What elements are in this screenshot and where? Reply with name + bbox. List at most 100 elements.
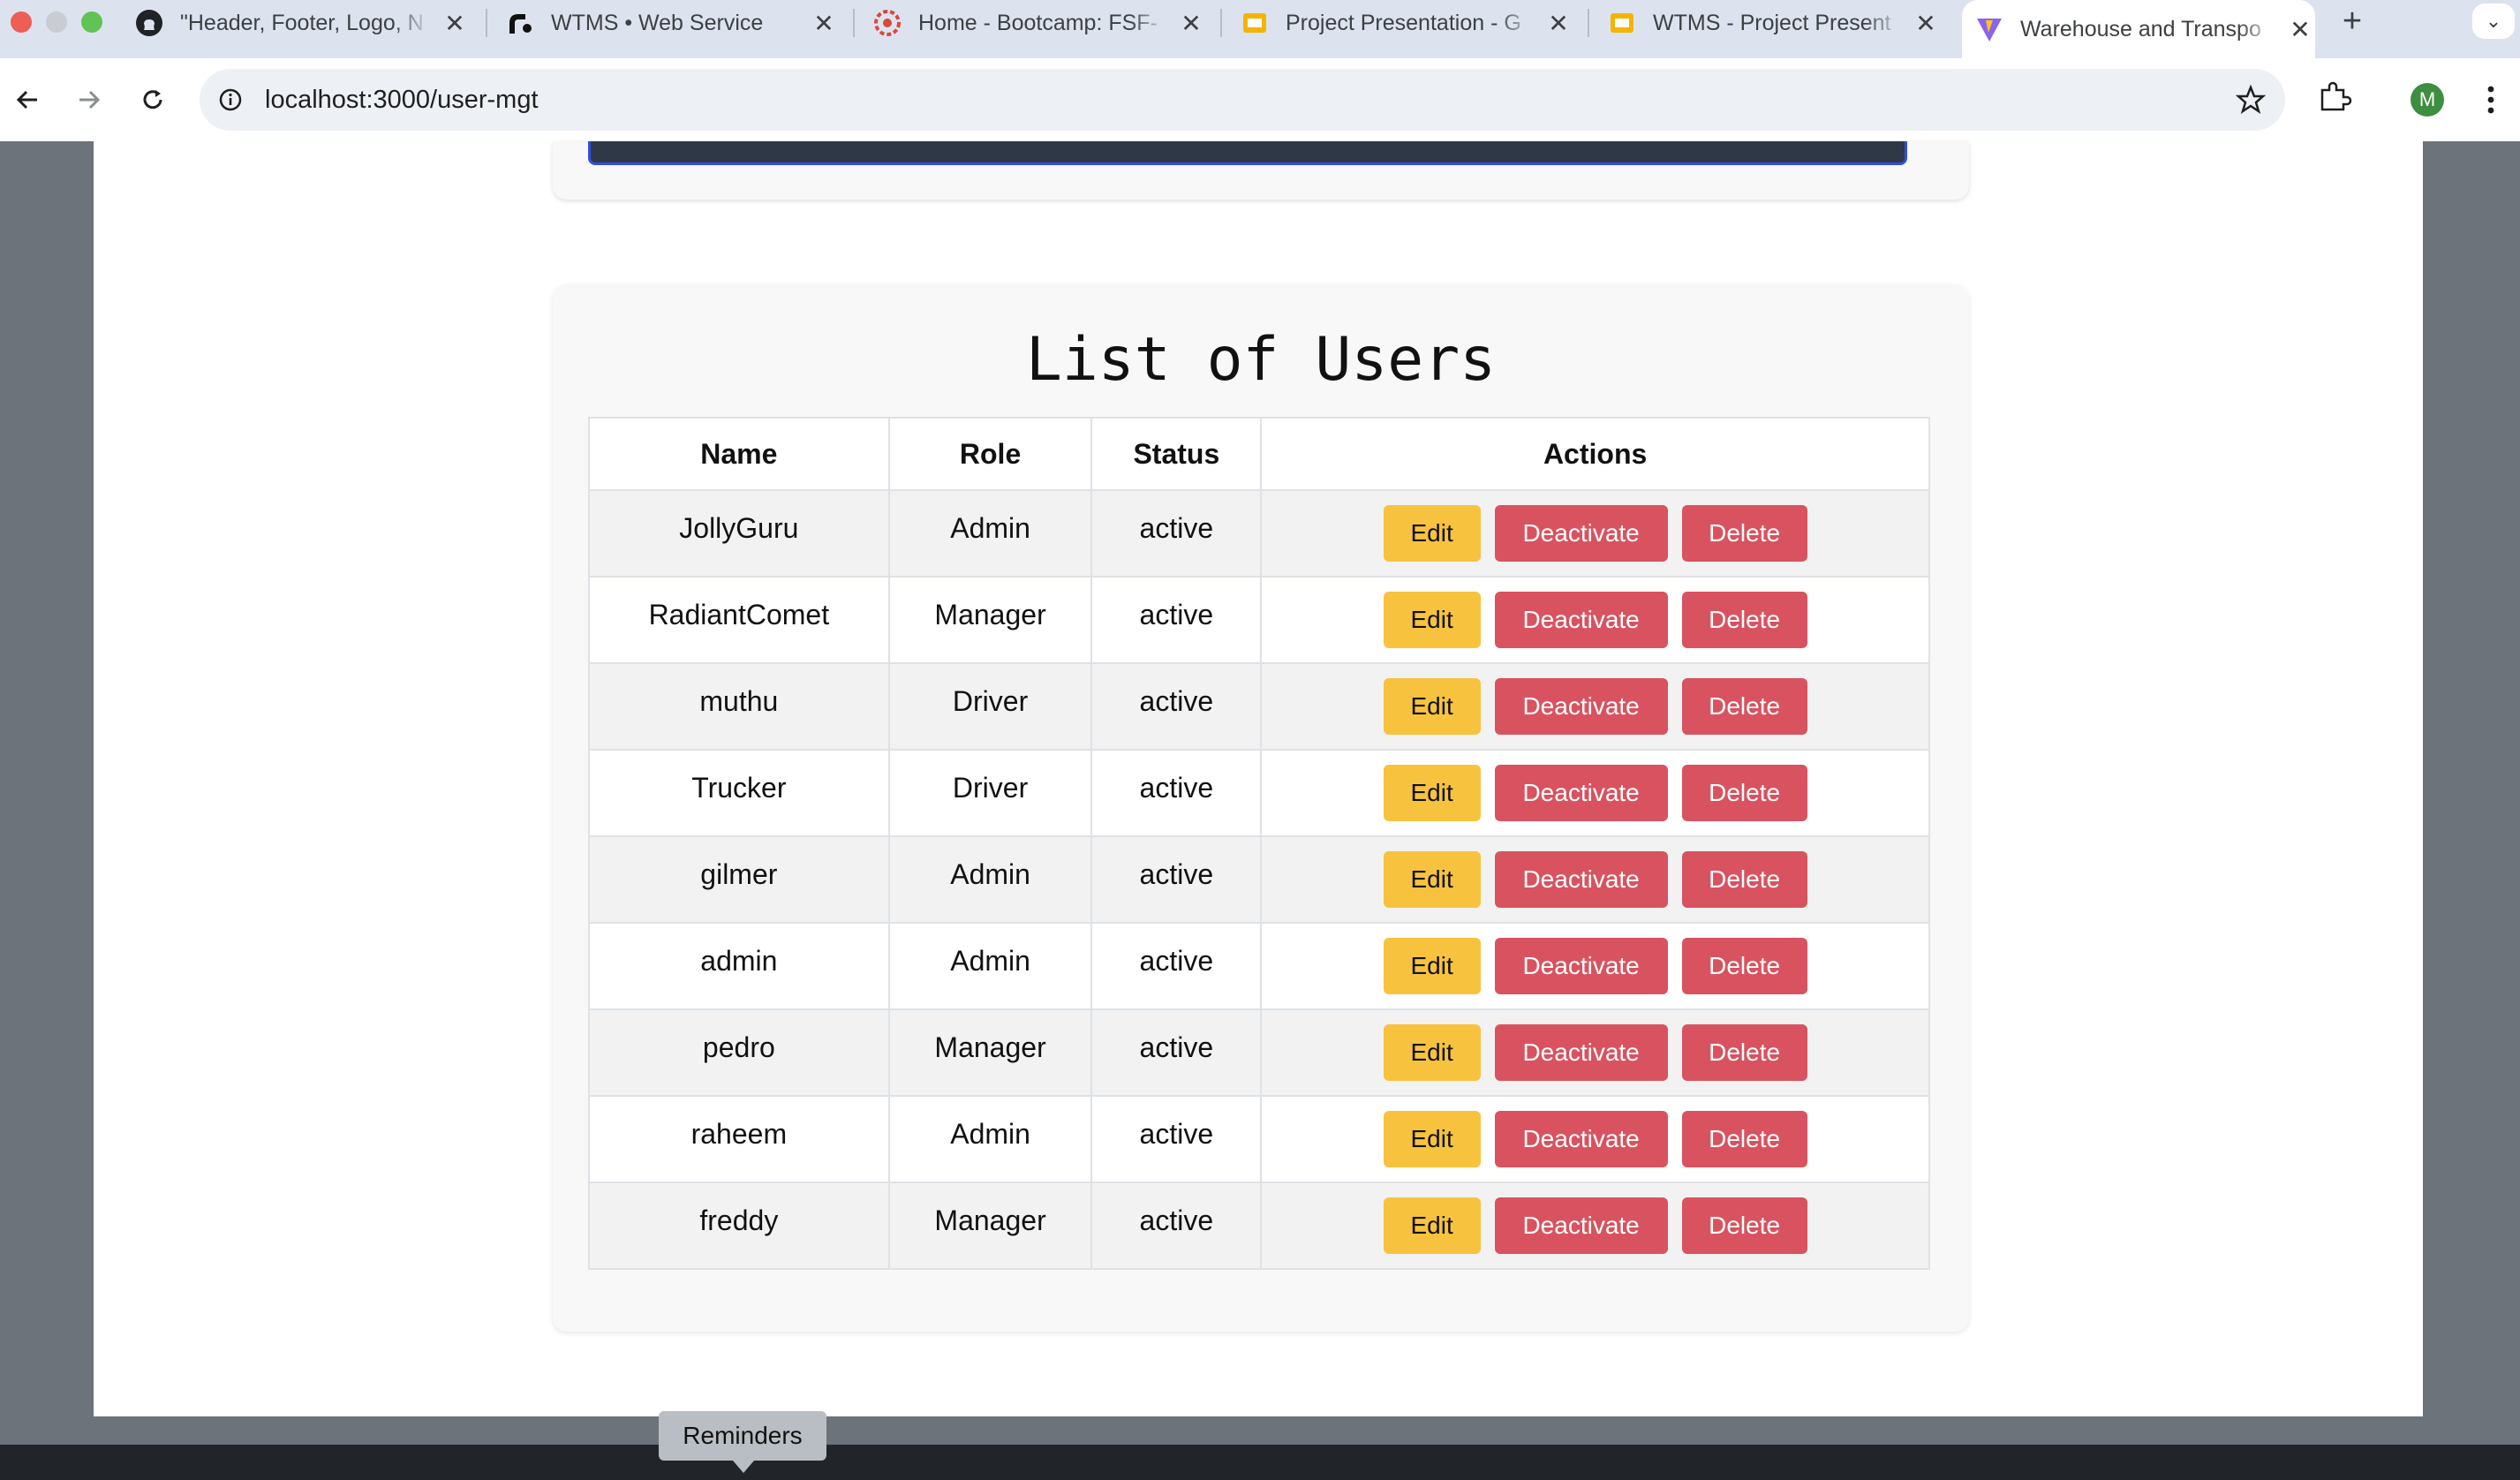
browser-tab-5[interactable]: WTMS - Project Present ✕ (1607, 0, 1941, 46)
user-status-cell: active (1090, 489, 1263, 578)
new-tab-plus-icon[interactable]: + (2333, 2, 2372, 41)
forward-arrow-icon[interactable] (69, 79, 109, 120)
table-row: Trucker Driver active Edit Deactivate Delete (588, 749, 1930, 837)
delete-user-button[interactable]: Delete (1681, 851, 1807, 908)
page-content: List of Users Name Role Status Actions J… (94, 141, 2423, 1416)
edit-user-button[interactable]: Edit (1383, 1024, 1481, 1081)
close-tab-icon[interactable]: ✕ (1176, 9, 1206, 38)
user-status-cell: active (1090, 1095, 1263, 1183)
browser-tab-3[interactable]: Home - Bootcamp: FSF- ✕ (872, 0, 1206, 46)
close-tab-icon[interactable]: ✕ (1543, 9, 1573, 38)
window-minimize-dot[interactable] (46, 11, 67, 33)
tab-title: "Header, Footer, Logo, N (180, 10, 424, 35)
deactivate-user-button[interactable]: Deactivate (1494, 1197, 1668, 1254)
back-arrow-icon[interactable] (7, 79, 48, 120)
bootcamp-icon (872, 8, 902, 38)
user-name-cell: freddy (588, 1182, 890, 1270)
deactivate-user-button[interactable]: Deactivate (1494, 592, 1668, 648)
edit-user-button[interactable]: Edit (1383, 678, 1481, 735)
profile-avatar[interactable]: M (2411, 83, 2444, 117)
table-row: JollyGuru Admin active Edit Deactivate Delete (588, 489, 1930, 578)
address-bar[interactable]: localhost:3000/user-mgt (200, 69, 2285, 131)
window-zoom-dot[interactable] (81, 11, 102, 33)
column-header-actions: Actions (1260, 417, 1930, 491)
table-row: gilmer Admin active Edit Deactivate Delete (588, 835, 1930, 924)
window-close-dot[interactable] (11, 11, 32, 33)
user-name-cell: Trucker (588, 749, 890, 837)
deactivate-user-button[interactable]: Deactivate (1494, 678, 1668, 735)
extensions-puzzle-icon[interactable] (2317, 79, 2352, 119)
user-actions-cell: Edit Deactivate Delete (1260, 1008, 1930, 1097)
delete-user-button[interactable]: Delete (1681, 505, 1807, 562)
browser-tab-active[interactable]: Warehouse and Transpo ✕ (1962, 0, 2315, 58)
users-list-title: List of Users (1025, 325, 1497, 395)
deactivate-user-button[interactable]: Deactivate (1494, 1024, 1668, 1081)
edit-user-button[interactable]: Edit (1383, 938, 1481, 994)
user-status-cell: active (1090, 922, 1263, 1010)
user-name-cell: gilmer (588, 835, 890, 924)
browser-tab-1[interactable]: "Header, Footer, Logo, N ✕ (134, 0, 470, 46)
edit-user-button[interactable]: Edit (1383, 592, 1481, 648)
user-actions-cell: Edit Deactivate Delete (1260, 922, 1930, 1010)
delete-user-button[interactable]: Delete (1681, 1024, 1807, 1081)
user-role-cell: Admin (887, 1095, 1093, 1183)
deactivate-user-button[interactable]: Deactivate (1494, 505, 1668, 562)
user-role-cell: Driver (887, 749, 1093, 837)
tooltip-arrow (733, 1461, 754, 1473)
user-actions-cell: Edit Deactivate Delete (1260, 1095, 1930, 1183)
deactivate-user-button[interactable]: Deactivate (1494, 851, 1668, 908)
edit-user-button[interactable]: Edit (1383, 1111, 1481, 1167)
user-role-cell: Admin (887, 835, 1093, 924)
user-status-cell: active (1090, 1182, 1263, 1270)
tab-search-chevron-icon[interactable]: ⌄ (2472, 4, 2515, 39)
delete-user-button[interactable]: Delete (1681, 678, 1807, 735)
users-table: Name Role Status Actions JollyGuru Admin a… (588, 417, 1930, 1270)
close-tab-icon[interactable]: ✕ (1911, 9, 1941, 38)
reload-icon[interactable] (132, 79, 173, 120)
deactivate-user-button[interactable]: Deactivate (1494, 1111, 1668, 1167)
user-name-cell: JollyGuru (588, 489, 890, 578)
table-row: admin Admin active Edit Deactivate Delete (588, 922, 1930, 1010)
column-header-status: Status (1090, 417, 1263, 491)
close-tab-icon[interactable]: ✕ (2285, 15, 2315, 44)
bottom-dark-bar (0, 1445, 2520, 1480)
delete-user-button[interactable]: Delete (1681, 1111, 1807, 1167)
browser-tab-2[interactable]: WTMS • Web Service ✕ (505, 0, 839, 46)
tab-title: Project Presentation - G (1286, 10, 1521, 35)
browser-toolbar: localhost:3000/user-mgt M (0, 58, 2520, 142)
table-row: raheem Admin active Edit Deactivate Delete (588, 1095, 1930, 1183)
user-actions-cell: Edit Deactivate Delete (1260, 576, 1930, 664)
user-status-cell: active (1090, 1008, 1263, 1097)
edit-user-button[interactable]: Edit (1383, 765, 1481, 821)
deactivate-user-button[interactable]: Deactivate (1494, 765, 1668, 821)
tab-title: WTMS • Web Service (551, 10, 764, 35)
user-role-cell: Manager (887, 576, 1093, 664)
edit-user-button[interactable]: Edit (1383, 851, 1481, 908)
tab-separator (853, 9, 855, 37)
user-actions-cell: Edit Deactivate Delete (1260, 835, 1930, 924)
edit-user-button[interactable]: Edit (1383, 1197, 1481, 1254)
browser-tab-4[interactable]: Project Presentation - G ✕ (1240, 0, 1573, 46)
deactivate-user-button[interactable]: Deactivate (1494, 938, 1668, 994)
render-icon (505, 8, 535, 38)
site-info-icon[interactable] (217, 87, 244, 113)
submit-button-partial[interactable] (588, 141, 1907, 165)
delete-user-button[interactable]: Delete (1681, 765, 1807, 821)
browser-menu-kebab-icon[interactable] (2478, 81, 2504, 118)
table-row: muthu Driver active Edit Deactivate Delete (588, 662, 1930, 751)
vite-icon (1974, 14, 2004, 44)
table-header-row: Name Role Status Actions (588, 417, 1930, 491)
edit-user-button[interactable]: Edit (1383, 505, 1481, 562)
user-status-cell: active (1090, 835, 1263, 924)
delete-user-button[interactable]: Delete (1681, 1197, 1807, 1254)
delete-user-button[interactable]: Delete (1681, 938, 1807, 994)
browser-tab-strip: "Header, Footer, Logo, N ✕ WTMS • Web Se… (0, 0, 2520, 58)
url-text[interactable]: localhost:3000/user-mgt (265, 86, 539, 115)
bookmark-star-icon[interactable] (2235, 84, 2267, 119)
tab-title: Home - Bootcamp: FSF- (918, 10, 1158, 35)
close-tab-icon[interactable]: ✕ (809, 9, 839, 38)
user-status-cell: active (1090, 662, 1263, 751)
user-name-cell: RadiantComet (588, 576, 890, 664)
delete-user-button[interactable]: Delete (1681, 592, 1807, 648)
close-tab-icon[interactable]: ✕ (440, 9, 470, 38)
